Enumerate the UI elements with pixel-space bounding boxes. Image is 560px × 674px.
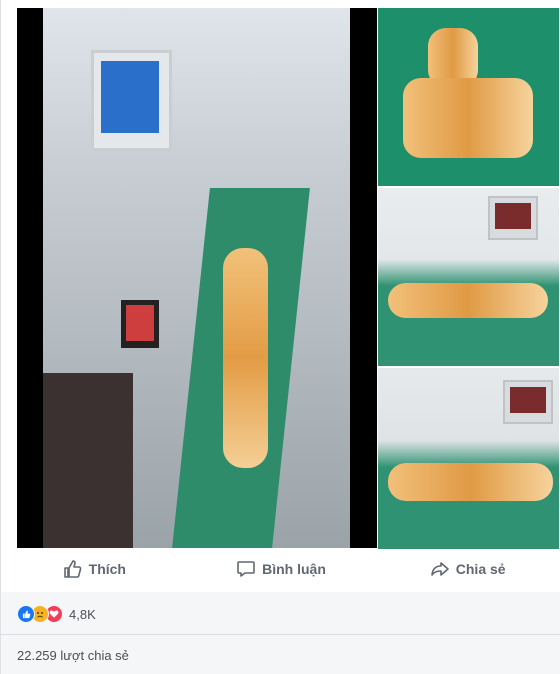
main-photo[interactable] — [17, 8, 377, 548]
comment-label: Bình luận — [262, 561, 326, 577]
divider — [1, 634, 560, 635]
medical-monitor — [488, 196, 538, 240]
share-count[interactable]: 22.259 lượt chia sẻ — [17, 648, 129, 663]
photo-thumbnail-3[interactable] — [378, 368, 559, 549]
medical-monitor — [91, 50, 172, 151]
comment-button[interactable]: Bình luận — [188, 559, 375, 579]
window — [43, 373, 133, 548]
share-icon — [430, 562, 449, 576]
reactions-summary[interactable]: 4,8K — [17, 604, 96, 624]
medical-monitor-small — [121, 300, 159, 348]
post-stats: 4,8K 22.259 lượt chia sẻ — [1, 592, 560, 674]
share-button[interactable]: Chia sẻ — [374, 559, 560, 579]
post-card: Thích Bình luận Chia sẻ 4,8K 22.259 lượt… — [0, 0, 560, 674]
share-label: Chia sẻ — [455, 561, 506, 577]
like-label: Thích — [88, 561, 126, 577]
reaction-count: 4,8K — [69, 606, 96, 622]
photo-thumbnail-1[interactable] — [378, 8, 559, 186]
medical-monitor — [503, 380, 553, 424]
comment-icon — [237, 561, 255, 577]
bandaged-patient — [223, 248, 268, 468]
thumbs-up-icon — [63, 560, 82, 578]
action-bar: Thích Bình luận Chia sẻ — [1, 549, 560, 589]
photo-grid — [17, 8, 559, 549]
like-button[interactable]: Thích — [1, 559, 188, 579]
photo-thumbnail-2[interactable] — [378, 188, 559, 366]
hospital-scene-image — [43, 8, 350, 548]
like-icon — [17, 605, 35, 623]
